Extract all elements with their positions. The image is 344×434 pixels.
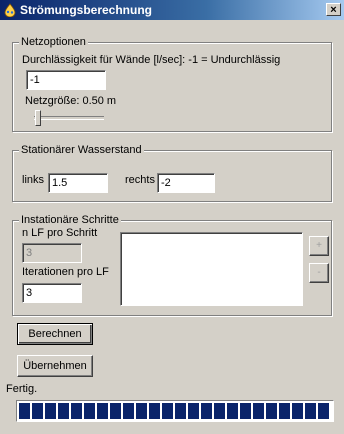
progress-segment: [84, 403, 95, 419]
progress-segment: [292, 403, 303, 419]
permeability-input[interactable]: [26, 70, 106, 90]
progress-segment: [123, 403, 134, 419]
add-step-button[interactable]: +: [309, 236, 329, 256]
progress-fill: [19, 403, 331, 419]
remove-step-button[interactable]: -: [309, 263, 329, 283]
water-app-icon: [4, 3, 16, 17]
progress-segment: [305, 403, 316, 419]
progress-segment: [71, 403, 82, 419]
progress-segment: [188, 403, 199, 419]
progress-segment: [149, 403, 160, 419]
wasserstand-legend: Stationärer Wasserstand: [19, 144, 144, 156]
progress-segment: [110, 403, 121, 419]
progress-segment: [19, 403, 30, 419]
grid-size-label: Netzgröße: 0.50 m: [25, 95, 117, 107]
steps-listbox[interactable]: [120, 232, 303, 306]
netzoptionen-legend: Netzoptionen: [19, 36, 88, 48]
progress-segment: [45, 403, 56, 419]
left-level-input[interactable]: [48, 173, 108, 193]
title-bar: Strömungsberechnung ×: [0, 0, 344, 20]
right-level-label: rechts: [125, 174, 155, 186]
progress-segment: [279, 403, 290, 419]
progress-segment: [214, 403, 225, 419]
apply-button[interactable]: Übernehmen: [17, 355, 93, 377]
progress-segment: [175, 403, 186, 419]
progress-segment: [266, 403, 277, 419]
window-title: Strömungsberechnung: [20, 3, 153, 17]
iterations-input[interactable]: [22, 283, 82, 303]
grid-size-slider-thumb[interactable]: [35, 110, 41, 126]
close-button[interactable]: ×: [326, 3, 341, 16]
progress-segment: [240, 403, 251, 419]
grid-size-slider-track: [34, 116, 104, 120]
status-text: Fertig.: [6, 383, 38, 395]
progress-bar: [16, 400, 334, 422]
lf-per-step-label: n LF pro Schritt: [22, 227, 98, 239]
left-level-label: links: [22, 174, 45, 186]
progress-segment: [227, 403, 238, 419]
progress-segment: [58, 403, 69, 419]
progress-segment: [253, 403, 264, 419]
lf-per-step-input: [22, 243, 82, 263]
progress-segment: [32, 403, 43, 419]
progress-segment: [97, 403, 108, 419]
iterations-label: Iterationen pro LF: [22, 266, 109, 278]
progress-segment: [318, 403, 329, 419]
calculate-button[interactable]: Berechnen: [17, 323, 93, 345]
progress-segment: [162, 403, 173, 419]
permeability-label: Durchlässigkeit für Wände [l/sec]: -1 = …: [22, 54, 281, 66]
schritte-legend: Instationäre Schritte: [19, 214, 121, 226]
right-level-input[interactable]: [157, 173, 215, 193]
progress-segment: [136, 403, 147, 419]
progress-segment: [201, 403, 212, 419]
